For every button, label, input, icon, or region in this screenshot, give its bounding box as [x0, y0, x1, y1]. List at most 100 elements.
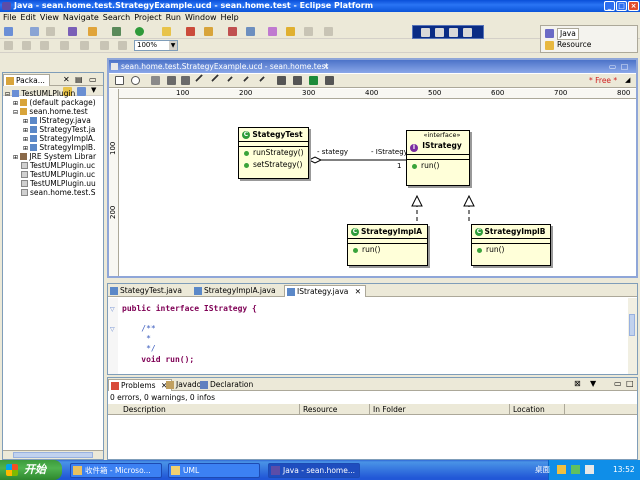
resource-perspective-icon[interactable]	[545, 41, 554, 50]
diagram-editor-tab[interactable]: sean.home.test.StrategyExample.ucd - sea…	[109, 60, 636, 73]
tree-item[interactable]: ⊞ (default package)	[3, 98, 96, 107]
close-button[interactable]: ×	[628, 1, 639, 11]
realization-icon[interactable]	[243, 74, 256, 87]
tree-item[interactable]: TestUMLPlugin.uc	[3, 170, 96, 179]
run-icon[interactable]	[135, 27, 144, 36]
link-note-icon[interactable]	[309, 76, 318, 85]
menu-window[interactable]: Window	[185, 12, 221, 23]
task-inbox[interactable]: 收件箱 - Microso...	[70, 463, 162, 478]
new-class-icon[interactable]	[162, 27, 171, 36]
minimize-view-icon[interactable]: ▭	[609, 60, 616, 73]
forward-icon[interactable]	[304, 27, 313, 36]
back-icon[interactable]	[286, 27, 295, 36]
filter-icon[interactable]: ⊠	[574, 379, 581, 388]
network-icon[interactable]	[571, 465, 580, 474]
desktop-label[interactable]: 桌面	[535, 460, 550, 480]
minimize-view-icon[interactable]: ▭	[614, 379, 622, 388]
tree-item[interactable]: TestUMLPlugin.uu	[3, 179, 96, 188]
interface-tool-icon[interactable]	[435, 28, 444, 37]
minimize-button[interactable]: _	[604, 1, 615, 11]
annotation-icon[interactable]	[22, 41, 31, 50]
perspective-resource[interactable]: Resource	[557, 40, 591, 49]
menu-file[interactable]: File	[3, 12, 20, 23]
open-type-icon[interactable]	[204, 27, 213, 36]
horizontal-scrollbar[interactable]	[3, 450, 103, 459]
zoom-combo[interactable]: 100% ▼	[134, 40, 178, 51]
maximize-view-icon[interactable]: □	[626, 379, 634, 388]
dependency-icon[interactable]	[227, 74, 240, 87]
note-icon[interactable]	[277, 76, 286, 85]
code-line[interactable]: *	[122, 334, 151, 344]
debug-icon[interactable]	[68, 27, 77, 36]
generalization-icon[interactable]	[259, 74, 272, 87]
package-tool-icon[interactable]	[449, 28, 458, 37]
column-location[interactable]: Location	[510, 404, 565, 415]
pencil-icon[interactable]	[228, 27, 237, 36]
tree-item[interactable]: ⊞ StrategyTest.ja	[3, 125, 96, 134]
view-menu-icon[interactable]: ▼	[590, 379, 596, 388]
tree-item[interactable]: ⊞ JRE System Librar	[3, 152, 96, 161]
bookmark-icon[interactable]	[4, 41, 13, 50]
volume-icon[interactable]	[585, 465, 594, 474]
run-debug-icon[interactable]	[112, 27, 121, 36]
maximize-button[interactable]: □	[616, 1, 627, 11]
next-annotation-icon[interactable]	[60, 41, 69, 50]
close-icon[interactable]: ✕	[63, 75, 70, 84]
minimize-view-icon[interactable]: ▭	[89, 75, 97, 84]
tree-item[interactable]: ⊞ StrategyImplB.	[3, 143, 96, 152]
tab-istrategy-java[interactable]: IStrategy.java ✕	[284, 285, 367, 297]
close-icon[interactable]: ✕	[355, 287, 361, 296]
uml-interface-istrategy[interactable]: I «interface» IStrategy run()	[406, 130, 470, 186]
menu-view[interactable]: View	[40, 12, 63, 23]
text-icon[interactable]	[293, 76, 302, 85]
association-icon[interactable]	[195, 74, 208, 87]
column-in-folder[interactable]: In Folder	[370, 404, 510, 415]
package-tool-icon[interactable]	[181, 76, 190, 85]
code-line[interactable]: /**	[122, 324, 155, 334]
column-description[interactable]: Description	[120, 404, 300, 415]
chevron-right-icon[interactable]	[324, 27, 333, 36]
tree-item[interactable]: ⊞ StrategyImplA.	[3, 134, 96, 143]
maximize-view-icon[interactable]: □	[621, 60, 628, 73]
aggregation-icon[interactable]	[211, 74, 224, 87]
tree-item[interactable]: sean.home.test.S	[3, 188, 96, 197]
start-button[interactable]: 开始	[0, 460, 62, 480]
tree-item[interactable]: TestUMLPlugin.uc	[3, 161, 96, 170]
menu-help[interactable]: Help	[221, 12, 243, 23]
save-icon[interactable]	[30, 27, 39, 36]
uml-class-strategytest[interactable]: C StategyTest runStrategy() setStrategy(…	[238, 127, 309, 179]
task-uml[interactable]: UML	[168, 463, 260, 478]
hierarchy-icon[interactable]: ▤	[75, 75, 83, 84]
code-line[interactable]: */	[122, 344, 156, 354]
code-line[interactable]: public interface IStrategy {	[122, 304, 257, 314]
menu-run[interactable]: Run	[166, 12, 185, 23]
external-tool-icon[interactable]	[246, 27, 255, 36]
uml-class-strategyimplb[interactable]: C StrategyImplB run()	[471, 224, 551, 266]
class-tool-icon[interactable]	[421, 28, 430, 37]
tab-package-explorer[interactable]: Packa...	[3, 74, 50, 86]
fold-icon[interactable]: ▽	[110, 326, 115, 333]
new-java-project-icon[interactable]	[88, 27, 97, 36]
menu-edit[interactable]: Edit	[20, 12, 40, 23]
menu-project[interactable]: Project	[134, 12, 165, 23]
diagram-canvas[interactable]: - stategy - IStrategy 1 C StategyTest ru…	[119, 100, 636, 276]
close-icon[interactable]: ✕	[323, 60, 329, 73]
perspective-java[interactable]: Java	[557, 28, 579, 40]
tab-stategytest-java[interactable]: StategyTest.java	[108, 285, 186, 297]
tray-icon[interactable]	[557, 465, 566, 474]
scrollbar-thumb[interactable]	[629, 314, 635, 336]
zoom-tool-icon[interactable]	[131, 76, 140, 85]
toggle-icon[interactable]	[118, 41, 127, 50]
last-edit-icon[interactable]	[80, 41, 89, 50]
view-menu-icon[interactable]: ◢	[625, 76, 630, 84]
tree-item[interactable]: ⊟ sean.home.test	[3, 107, 96, 116]
fold-icon[interactable]: ▽	[110, 306, 115, 313]
show-source-icon[interactable]	[100, 41, 109, 50]
tab-problems[interactable]: Problems ✕	[108, 379, 173, 391]
select-tool-icon[interactable]	[115, 76, 124, 85]
tree-item[interactable]: ⊞ IStrategy.java	[3, 116, 96, 125]
code-line[interactable]: void run();	[122, 355, 194, 363]
menu-navigate[interactable]: Navigate	[63, 12, 103, 23]
scrollbar-thumb[interactable]	[13, 452, 93, 458]
interface-icon[interactable]	[167, 76, 176, 85]
